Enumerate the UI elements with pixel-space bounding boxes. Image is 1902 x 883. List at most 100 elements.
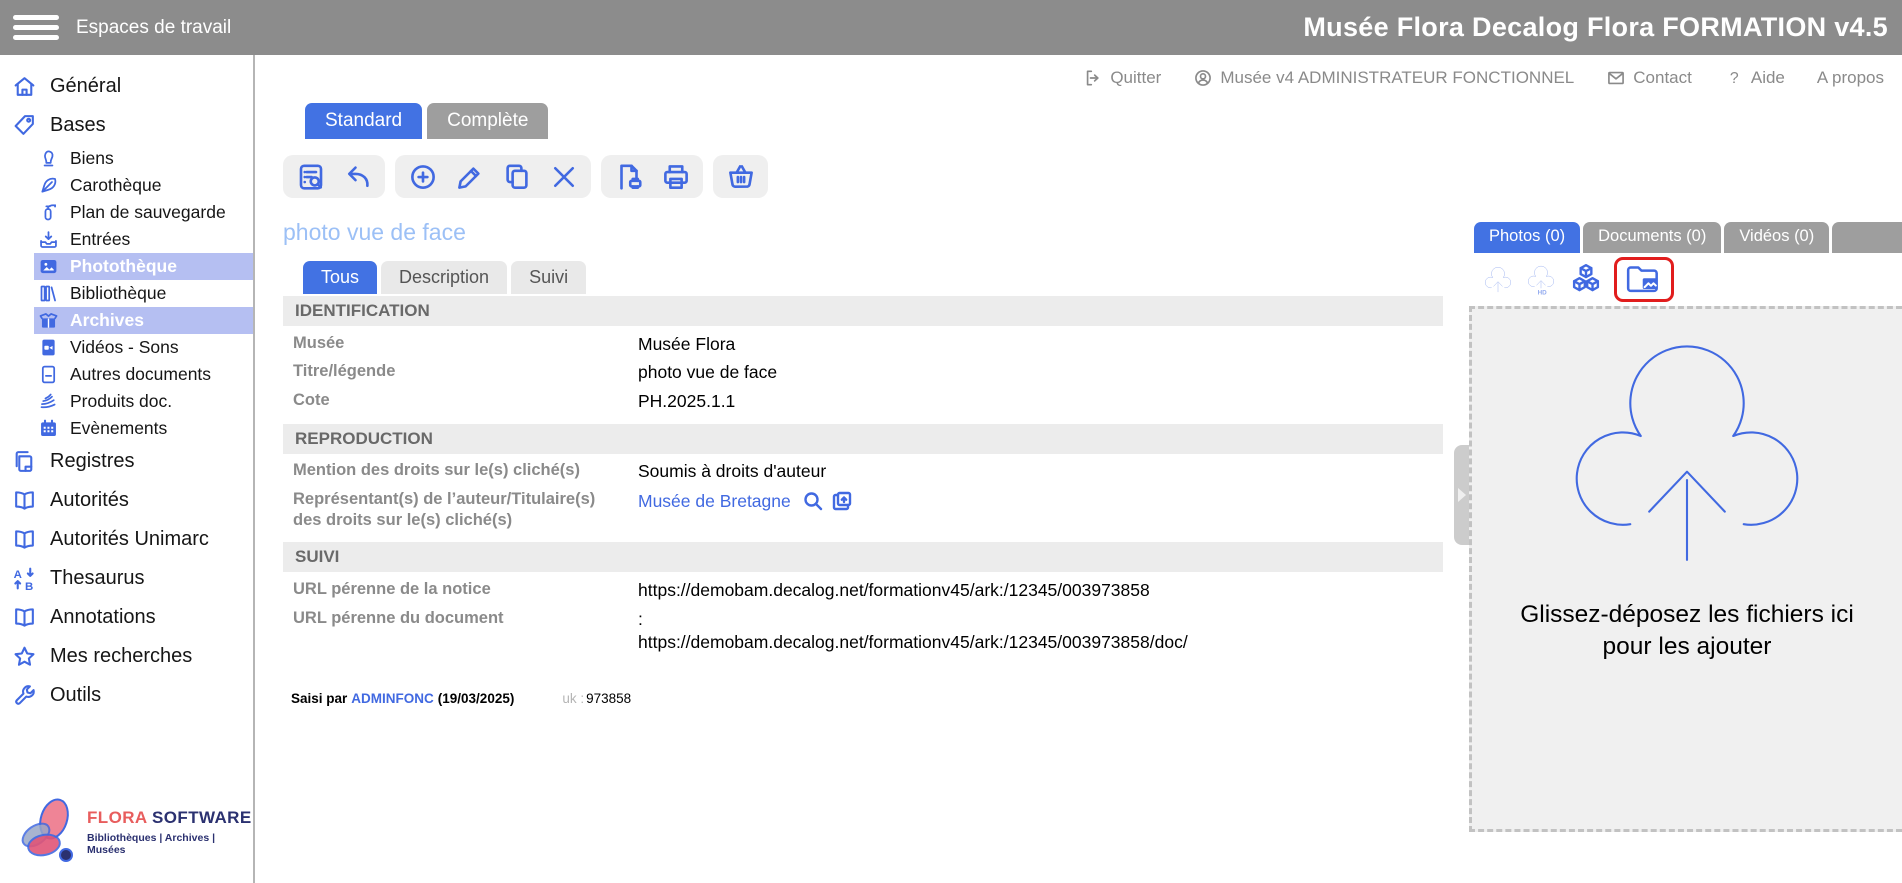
header-link-quitter[interactable]: Quitter xyxy=(1083,68,1161,88)
sidebar-item-evenements[interactable]: Evènements xyxy=(34,415,253,442)
delete-button[interactable] xyxy=(548,160,579,193)
view-tab-complete[interactable]: Complète xyxy=(427,103,548,139)
sidebar-item-outils[interactable]: Outils xyxy=(0,676,253,715)
sidebar-item-general[interactable]: Général xyxy=(0,67,253,106)
field-value: PH.2025.1.1 xyxy=(638,390,1443,414)
undo-button[interactable] xyxy=(342,160,373,193)
basket-icon xyxy=(726,162,756,192)
field-label: Représentant(s) de l’auteur/Titulaire(s)… xyxy=(293,489,638,532)
field-row: MuséeMusée Flora xyxy=(283,330,1443,359)
sidebar-item-label: Carothèque xyxy=(70,175,161,196)
sidebar-item-entrees[interactable]: Entrées xyxy=(34,226,253,253)
basket-button[interactable] xyxy=(725,160,756,193)
tag-icon xyxy=(12,113,37,138)
field-value: Musée de Bretagne xyxy=(638,489,1443,514)
hamburger-menu-icon[interactable] xyxy=(13,10,59,45)
edit-button[interactable] xyxy=(454,160,485,193)
open-record-button[interactable] xyxy=(830,489,854,513)
undo-icon xyxy=(343,162,373,192)
sidebar-item-produits-doc[interactable]: Produits doc. xyxy=(34,388,253,415)
header-link-aide[interactable]: ?Aide xyxy=(1724,68,1785,88)
toolbar-group xyxy=(395,155,591,198)
sidebar-item-label: Registres xyxy=(50,450,134,473)
header-link-musee-v4-administrateur-fonctionnel[interactable]: Musée v4 ADMINISTRATEUR FONCTIONNEL xyxy=(1193,68,1574,88)
record-tab-tous[interactable]: Tous xyxy=(303,261,377,294)
sidebar-item-phototheque[interactable]: Photothèque xyxy=(34,253,253,280)
media-actions: HD xyxy=(1469,253,1902,306)
field-label: URL pérenne du document xyxy=(293,608,638,629)
sidebar-item-biens[interactable]: Biens xyxy=(34,145,253,172)
sidebar-item-archives[interactable]: Archives xyxy=(34,307,253,334)
panel-splitter-handle[interactable] xyxy=(1454,445,1469,545)
sidebar-item-label: Plan de sauvegarde xyxy=(70,202,226,223)
media-tab-photos-0[interactable]: Photos (0) xyxy=(1474,222,1580,253)
sidebar-item-mes-recherches[interactable]: Mes recherches xyxy=(0,637,253,676)
copy-button[interactable] xyxy=(501,160,532,193)
export-button[interactable] xyxy=(613,160,644,193)
toolbar-group xyxy=(713,155,768,198)
svg-text:HD: HD xyxy=(1538,290,1548,295)
app-title: Musée Flora Decalog Flora FORMATION v4.5 xyxy=(1303,12,1902,43)
sidebar-item-videos-sons[interactable]: Vidéos - Sons xyxy=(34,334,253,361)
sidebar-item-carotheque[interactable]: Carothèque xyxy=(34,172,253,199)
sidebar-item-bibliotheque[interactable]: Bibliothèque xyxy=(34,280,253,307)
print-button[interactable] xyxy=(660,160,691,193)
sidebar-item-bases[interactable]: Bases xyxy=(0,106,253,145)
saisi-date: (19/03/2025) xyxy=(438,691,515,706)
uk-label: uk : xyxy=(562,691,584,706)
sidebar-item-plan-de-sauvegarde[interactable]: Plan de sauvegarde xyxy=(34,199,253,226)
header-link-label: Musée v4 ADMINISTRATEUR FONCTIONNEL xyxy=(1220,68,1574,88)
list-search-button[interactable] xyxy=(295,160,326,193)
copy-icon xyxy=(502,162,532,192)
sidebar-item-annotations[interactable]: Annotations xyxy=(0,598,253,637)
sidebar-item-autorites[interactable]: Autorités xyxy=(0,481,253,520)
field-value-line: https://demobam.decalog.net/formationv45… xyxy=(638,631,1443,655)
add-button[interactable] xyxy=(407,160,438,193)
wrench-icon xyxy=(12,683,37,708)
logout-icon xyxy=(1083,68,1103,88)
header-link-a-propos[interactable]: A propos xyxy=(1817,68,1884,88)
folder-image-button[interactable] xyxy=(1614,257,1674,302)
field-row: CotePH.2025.1.1 xyxy=(283,387,1443,416)
extinguisher-icon xyxy=(38,202,59,223)
stack-icon xyxy=(38,391,59,412)
header-link-contact[interactable]: Contact xyxy=(1606,68,1692,88)
record-tab-suivi[interactable]: Suivi xyxy=(511,261,586,294)
cloud-upload-button[interactable] xyxy=(1481,265,1515,295)
media-tabs: Photos (0)Documents (0)Vidéos (0) xyxy=(1469,222,1902,253)
sidebar-item-registres[interactable]: Registres xyxy=(0,442,253,481)
workspace-label: Espaces de travail xyxy=(76,17,231,39)
header-link-label: Quitter xyxy=(1110,68,1161,88)
record-tab-description[interactable]: Description xyxy=(381,261,507,294)
edit-icon xyxy=(455,162,485,192)
sidebar-item-label: Biens xyxy=(70,148,114,169)
authority-link[interactable]: Musée de Bretagne xyxy=(638,491,791,511)
sidebar-item-autorites-unimarc[interactable]: Autorités Unimarc xyxy=(0,520,253,559)
media-tab-videos-0[interactable]: Vidéos (0) xyxy=(1724,222,1829,253)
field-label: Musée xyxy=(293,333,638,354)
inbox-down-icon xyxy=(38,229,59,250)
view-tab-standard[interactable]: Standard xyxy=(305,103,422,139)
media-panel: Photos (0)Documents (0)Vidéos (0) HD Gli… xyxy=(1469,101,1902,883)
sidebar-item-label: Bibliothèque xyxy=(70,283,166,304)
sidebar-item-autres-documents[interactable]: Autres documents xyxy=(34,361,253,388)
sidebar-nav: GénéralBases Biens Carothèque Plan de sauve… xyxy=(0,67,253,715)
sidebar-item-label: Photothèque xyxy=(70,256,177,277)
sidebar-item-label: Archives xyxy=(70,310,144,331)
cloud-upload-hd-button[interactable]: HD xyxy=(1524,264,1558,295)
sidebar-item-label: Produits doc. xyxy=(70,391,172,412)
cloud-upload-icon xyxy=(1481,265,1515,295)
saisi-user-link[interactable]: ADMINFONC xyxy=(351,691,434,706)
search-button[interactable] xyxy=(801,489,825,513)
uk-value: 973858 xyxy=(586,691,631,706)
section-header-suivi: SUIVI xyxy=(283,542,1443,572)
file-dropzone[interactable]: Glissez-déposez les fichiers ici pour le… xyxy=(1469,306,1902,832)
field-label: Cote xyxy=(293,390,638,411)
media-tab-documents-0[interactable]: Documents (0) xyxy=(1583,222,1721,253)
field-row: Mention des droits sur le(s) cliché(s)So… xyxy=(283,458,1443,487)
seal-icon xyxy=(38,148,59,169)
flora-logo: FLORA SOFTWARE Bibliothèques | Archives … xyxy=(0,797,253,867)
sidebar-item-thesaurus[interactable]: ABThesaurus xyxy=(0,559,253,598)
book-icon xyxy=(12,605,37,630)
cubes-button[interactable] xyxy=(1567,262,1605,298)
